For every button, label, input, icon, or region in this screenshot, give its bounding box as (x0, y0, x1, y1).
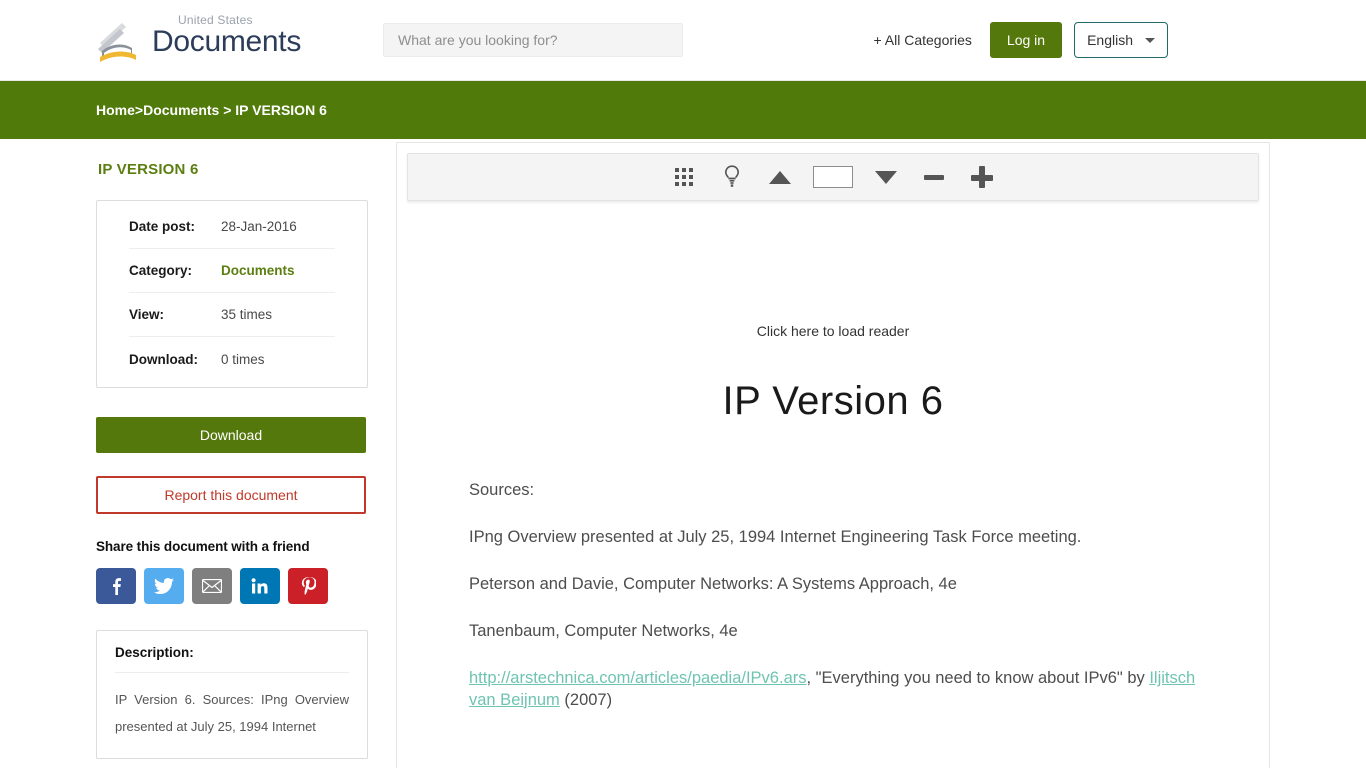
logo-text: United States Documents (152, 14, 301, 57)
info-label-category: Category: (129, 263, 193, 278)
next-page-button[interactable] (871, 162, 901, 192)
breadcrumb-documents[interactable]: Documents (143, 102, 219, 118)
zoom-out-button[interactable] (919, 162, 949, 192)
envelope-icon (202, 579, 222, 593)
share-email-button[interactable] (192, 568, 232, 604)
breadcrumb-bar: Home>Documents > IP VERSION 6 (0, 81, 1366, 139)
pinterest-icon (301, 576, 316, 595)
info-label-download: Download: (129, 351, 198, 367)
document-line-peterson: Peterson and Davie, Computer Networks: A… (469, 575, 957, 594)
info-row-category: Category: Documents (129, 249, 335, 293)
viewer-toolbar (407, 153, 1259, 201)
document-heading: IP Version 6 (722, 379, 944, 423)
breadcrumb-separator-1: > (134, 102, 144, 118)
load-reader-link[interactable]: Click here to load reader (397, 323, 1269, 339)
document-page: IP Version 6 Sources: IPng Overview pres… (397, 379, 1269, 711)
breadcrumb-current: IP VERSION 6 (235, 102, 327, 118)
info-row-download: Download: 0 times (129, 337, 335, 381)
description-body: IP Version 6. Sources: IPng Overview pre… (115, 692, 349, 734)
triangle-down-icon (875, 170, 897, 184)
linkedin-icon (251, 578, 268, 594)
document-line-mid: , "Everything you need to know about IPv… (806, 669, 1150, 688)
report-document-button[interactable]: Report this document (96, 476, 366, 514)
info-value-view: 35 times (221, 307, 273, 322)
share-title: Share this document with a friend (96, 539, 310, 554)
info-value-download: 0 times (221, 351, 265, 367)
document-line-ipng: IPng Overview presented at July 25, 1994… (469, 528, 1082, 547)
header-inner: United States Documents + All Categories… (0, 0, 1366, 80)
breadcrumb: Home>Documents > IP VERSION 6 (96, 102, 327, 118)
breadcrumb-separator-2: > (223, 102, 232, 118)
share-twitter-button[interactable] (144, 568, 184, 604)
page-number-input[interactable] (813, 166, 853, 188)
logo-title: Documents (152, 25, 302, 58)
site-header: United States Documents + All Categories… (0, 0, 1366, 81)
share-facebook-button[interactable] (96, 568, 136, 604)
info-row-date: Date post: 28-Jan-2016 (129, 205, 335, 249)
search-input[interactable] (383, 23, 683, 57)
triangle-up-icon (769, 170, 791, 184)
open-book-icon (96, 17, 156, 63)
chevron-down-icon (1145, 37, 1155, 43)
info-value-category[interactable]: Documents (221, 263, 295, 278)
info-label-view: View: (129, 307, 165, 322)
document-line-sources: Sources: (469, 481, 535, 499)
page-title: IP VERSION 6 (98, 161, 199, 178)
info-label-date: Date post: (129, 219, 196, 234)
document-line-tanenbaum: Tanenbaum, Computer Networks, 4e (469, 622, 738, 641)
zoom-in-button[interactable] (967, 162, 997, 192)
description-card: Description: IP Version 6. Sources: IPng… (96, 630, 368, 760)
grid-icon[interactable] (669, 162, 699, 192)
main-content: IP VERSION 6 Date post: 28-Jan-2016 Cate… (0, 139, 1366, 768)
share-linkedin-button[interactable] (240, 568, 280, 604)
info-value-date: 28-Jan-2016 (221, 219, 297, 234)
lightbulb-icon[interactable] (717, 162, 747, 192)
facebook-icon (112, 578, 121, 595)
login-button[interactable]: Log in (989, 22, 1063, 58)
share-buttons (96, 568, 368, 604)
download-button[interactable]: Download (96, 417, 366, 453)
document-line-arstechnica: http://arstechnica.com/articles/paedia/I… (469, 668, 1197, 710)
share-pinterest-button[interactable] (288, 568, 328, 604)
description-title: Description: (115, 645, 349, 673)
twitter-icon (154, 577, 174, 594)
sidebar: IP VERSION 6 Date post: 28-Jan-2016 Cate… (96, 161, 368, 760)
previous-page-button[interactable] (765, 162, 795, 192)
document-viewer: Click here to load reader IP Version 6 S… (396, 142, 1270, 768)
arstechnica-link[interactable]: http://arstechnica.com/articles/paedia/I… (469, 669, 807, 687)
info-row-view: View: 35 times (129, 293, 335, 337)
language-label: English (1087, 32, 1133, 48)
document-info-card: Date post: 28-Jan-2016 Category: Documen… (96, 200, 368, 388)
all-categories-link[interactable]: + All Categories (873, 32, 971, 48)
plus-icon (971, 166, 993, 188)
minus-icon (924, 174, 944, 180)
document-line-year: (2007) (559, 690, 613, 709)
site-logo[interactable]: United States Documents (96, 14, 366, 66)
breadcrumb-home[interactable]: Home (96, 102, 135, 118)
header-actions: + All Categories Log in English (873, 22, 1168, 58)
language-selector[interactable]: English (1074, 22, 1168, 58)
